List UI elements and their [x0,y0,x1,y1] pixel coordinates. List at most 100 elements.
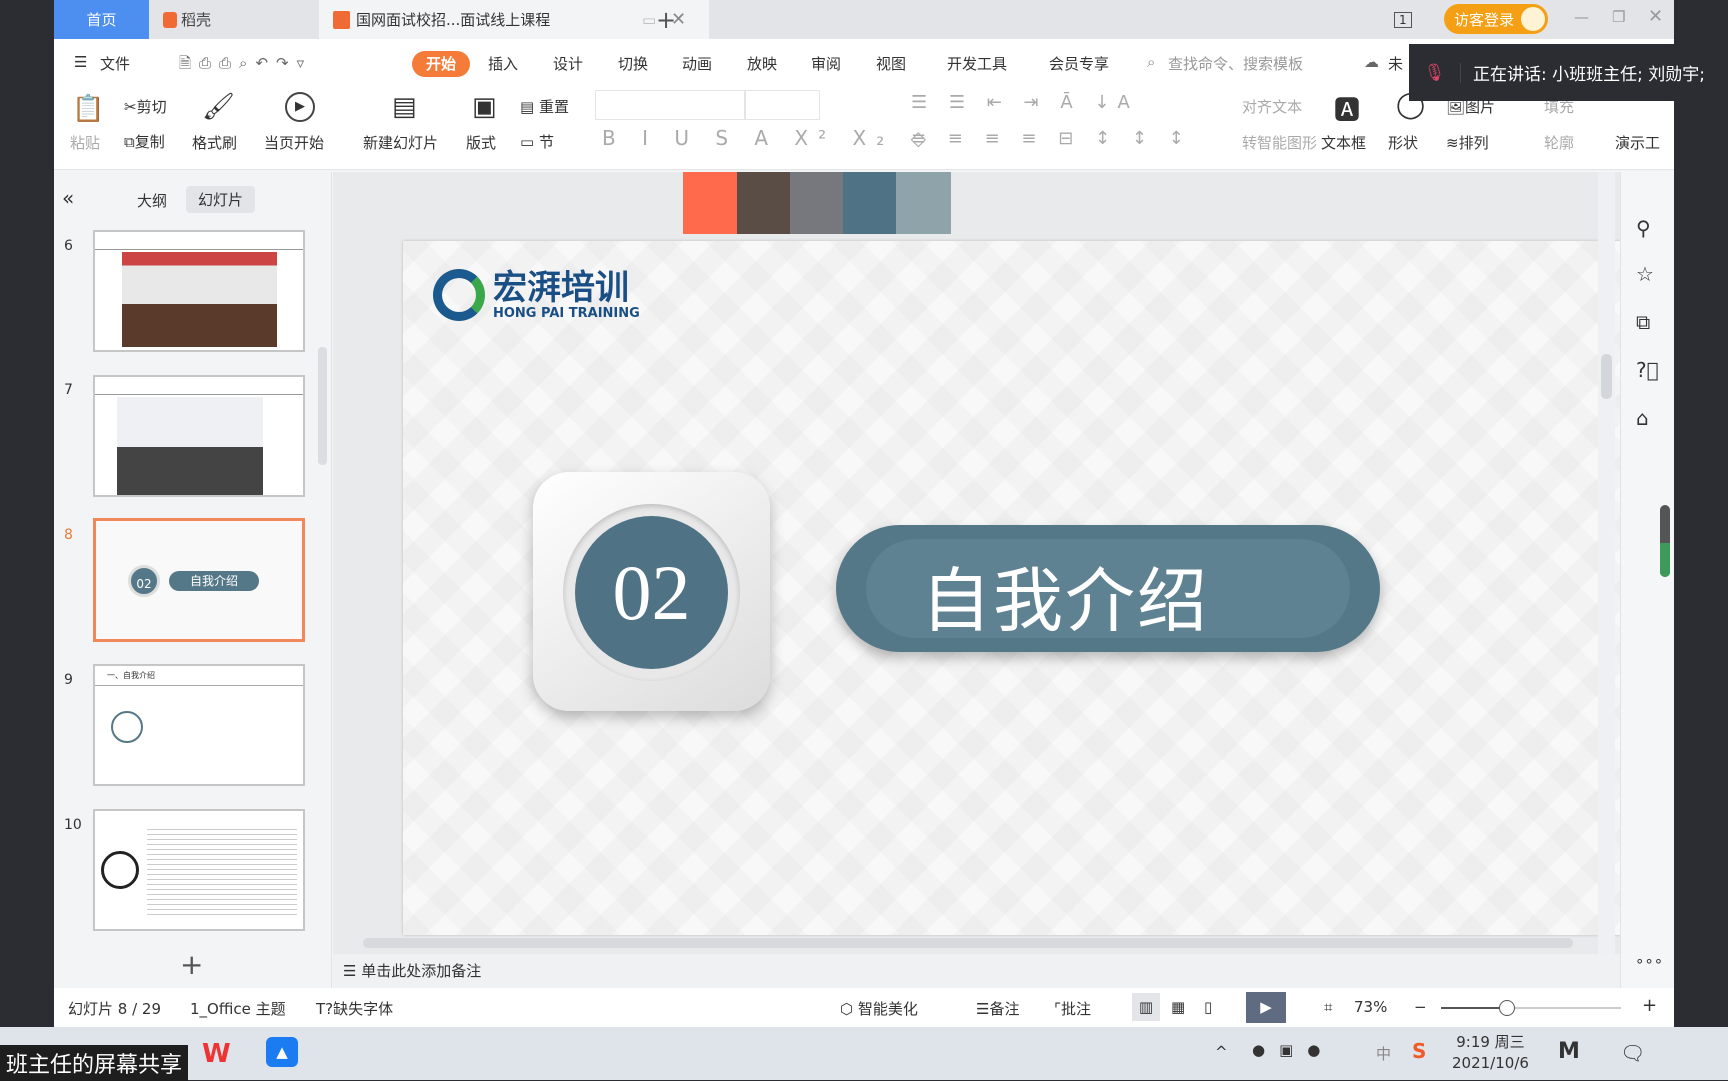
brush-icon[interactable]: 🖌 [202,92,235,122]
menu-slideshow[interactable]: 放映 [747,53,777,74]
theme-name[interactable]: 1_Office 主题 [190,998,286,1019]
menu-transition[interactable]: 切换 [618,53,648,74]
close-window-icon[interactable]: ✕ [1648,6,1663,27]
paste-icon[interactable]: 📋 [72,94,104,124]
login-button[interactable]: 访客登录 [1444,4,1548,34]
zoom-in-button[interactable]: + [1642,995,1657,1016]
clock[interactable]: 9:19 周三 2021/10/6 [1452,1032,1529,1074]
reading-view-icon[interactable]: ▯ [1204,998,1212,1016]
fit-icon[interactable]: ⌗ [1324,998,1332,1016]
zoom-out-button[interactable]: − [1414,998,1427,1016]
properties-icon[interactable]: ⚲ [1636,216,1651,240]
cut-button[interactable]: ✂剪切 [124,96,167,117]
store-icon[interactable]: ⌂ [1636,406,1649,430]
wps-taskbar-icon[interactable]: W [202,1039,231,1069]
play-icon[interactable]: ▶ [285,92,315,122]
shape-button[interactable]: 形状 [1388,132,1418,153]
paste-button[interactable]: 粘贴 [70,132,100,153]
comment-button[interactable]: ⌜批注 [1054,998,1091,1019]
layout-button[interactable]: 版式 [466,132,496,153]
reset-button[interactable]: ▤ 重置 [520,96,569,117]
minimize-icon[interactable]: — [1574,8,1589,26]
swatch[interactable] [843,172,896,234]
panel-scrollbar[interactable] [318,347,327,465]
slide-thumbnail-9[interactable]: 一、自我介绍 [93,664,305,786]
tab-outline[interactable]: 大纲 [137,190,167,211]
more-icon[interactable]: ∘∘∘ [1635,952,1663,970]
copy-button[interactable]: ⧉复制 [124,131,165,152]
slide-thumbnail-10[interactable] [93,809,305,931]
zoom-slider[interactable] [1441,1000,1621,1016]
layout-icon[interactable]: ▣ [472,92,497,122]
presenter-button[interactable]: 演示工 [1615,132,1660,153]
menu-insert[interactable]: 插入 [488,53,518,74]
beautify-button[interactable]: ⬡ 智能美化 [840,998,918,1019]
zoom-slider-handle[interactable] [1498,1000,1515,1016]
page-indicator[interactable]: 1 [1394,0,1412,39]
swatch[interactable] [683,172,737,234]
file-menu[interactable]: 文件 [100,53,130,74]
menu-view[interactable]: 视图 [876,53,906,74]
restore-icon[interactable]: ❐ [1612,8,1625,26]
missing-font-button[interactable]: T?缺失字体 [316,998,393,1019]
font-name-select[interactable] [595,90,745,120]
new-slide-button[interactable]: 新建幻灯片 [363,132,438,153]
hamburger-icon[interactable]: ☰ [74,53,87,71]
play-from-current-button[interactable]: 当页开始 [264,132,324,153]
sogou-icon[interactable]: S [1412,1039,1426,1063]
menu-animation[interactable]: 动画 [682,53,712,74]
tab-slides[interactable]: 幻灯片 [186,186,256,213]
meeting-taskbar-icon[interactable]: ▲ [266,1037,298,1067]
slide-thumbnail-6[interactable] [93,230,305,352]
sorter-view-icon[interactable]: ▦ [1171,998,1185,1016]
slide-thumbnail-7[interactable] [93,375,305,497]
tray-expand-icon[interactable]: ^ [1215,1043,1228,1061]
new-tab-button[interactable]: + [656,0,676,39]
notes-button[interactable]: ☰备注 [976,998,1019,1019]
vertical-scrollbar-track[interactable] [1598,172,1615,954]
outline-button[interactable]: 轮廓 [1544,132,1574,153]
command-search[interactable]: 查找命令、搜索模板 [1168,53,1303,74]
font-format-buttons[interactable]: B I U S A X² X₂ ◇ [602,126,936,150]
menu-review[interactable]: 审阅 [811,53,841,74]
help-icon[interactable]: ?⃝ [1636,358,1659,382]
alignment-buttons[interactable]: ≡ ≡ ≡ ≡ ⊟ ↕ ↕ ↕ [911,128,1192,149]
swatch[interactable] [896,172,951,234]
app-tray-icon[interactable]: M [1558,1039,1580,1064]
slide-thumbnail-8[interactable]: 02 自我介绍 [93,518,305,642]
menu-member[interactable]: 会员专享 [1049,53,1109,74]
menu-developer[interactable]: 开发工具 [947,53,1007,74]
font-size-select[interactable] [745,90,820,120]
tab-document[interactable]: 国网面试校招...面试线上课程 ▭ ✕ [319,0,709,39]
zoom-level[interactable]: 73% [1354,998,1387,1016]
normal-view-icon[interactable]: ▥ [1132,993,1160,1021]
collapse-panel-icon[interactable]: « [62,186,74,210]
animation-star-icon[interactable]: ☆ [1636,262,1654,286]
monitor-icon[interactable]: ▭ [642,11,656,29]
arrange-button[interactable]: ≋排列 [1446,132,1489,153]
add-slide-button[interactable]: + [180,948,203,981]
ime-indicator[interactable]: 中 [1376,1043,1391,1064]
tab-home[interactable]: 首页 [54,0,149,39]
section-button[interactable]: ▭ 节 [520,131,554,152]
horizontal-scrollbar[interactable] [363,938,1573,948]
align-text-button[interactable]: 对齐文本 [1242,96,1302,117]
tab-docer[interactable]: 稻壳 [149,0,319,39]
swatch[interactable] [790,172,843,234]
notes-pane[interactable]: ☰ 单击此处添加备注 [333,954,1620,988]
slide[interactable]: 宏湃培训 HONG PAI TRAINING 02 自我介绍 [403,241,1636,935]
menu-start[interactable]: 开始 [412,51,470,77]
notification-icon[interactable]: 🗨 [1620,1041,1645,1065]
paragraph-buttons[interactable]: ☰ ☰ ⇤ ⇥ Ā ↓A [911,92,1138,113]
tray-icons[interactable]: ●▣● [1252,1041,1334,1059]
new-slide-icon[interactable]: ▤ [392,92,417,122]
smart-art-button[interactable]: 转智能图形 [1242,132,1317,153]
cloud-icon[interactable]: ☁ [1364,53,1379,71]
quick-access-icons[interactable]: 🗎⎙⎙⌕↶↷▿ [179,53,312,78]
menu-design[interactable]: 设计 [553,53,583,74]
slideshow-play-button[interactable]: ▶ [1246,992,1286,1023]
text-box-button[interactable]: 文本框 [1321,132,1366,153]
swatch[interactable] [737,172,790,234]
format-painter-button[interactable]: 格式刷 [192,132,237,153]
transition-icon[interactable]: ⧉ [1636,310,1650,334]
